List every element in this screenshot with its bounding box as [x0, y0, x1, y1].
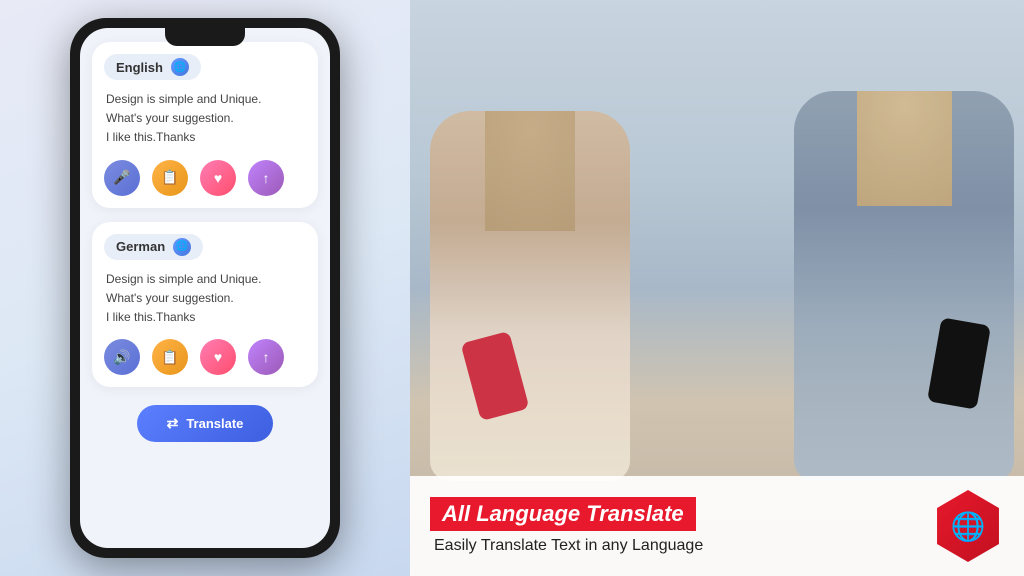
target-line3: I like this.Thanks	[106, 310, 195, 324]
banner-icon-container: 🌐	[932, 490, 1004, 562]
target-copy-button[interactable]: 📋	[152, 339, 188, 375]
target-language-label: German	[116, 239, 165, 254]
translate-label: Translate	[186, 416, 243, 431]
source-globe-icon: 🌐	[171, 58, 189, 76]
person-left	[430, 111, 630, 481]
translate-button-container: ⇄ Translate	[92, 405, 318, 442]
target-favorite-button[interactable]: ♥	[200, 339, 236, 375]
source-line3: I like this.Thanks	[106, 130, 195, 144]
photo-section: All Language Translate Easily Translate …	[410, 0, 1024, 576]
banner-title: All Language Translate	[430, 497, 696, 531]
target-line1: Design is simple and Unique.	[106, 272, 261, 286]
target-line2: What's your suggestion.	[106, 291, 234, 305]
source-lang-selector[interactable]: English 🌐	[104, 54, 201, 80]
translate-icon: ⇄	[167, 415, 179, 432]
target-translation-card: German 🌐 Design is simple and Unique. Wh…	[92, 222, 318, 388]
share-button[interactable]: ↑	[248, 160, 284, 196]
phone-frame: English 🌐 Design is simple and Unique. W…	[70, 18, 340, 558]
target-lang-selector[interactable]: German 🌐	[104, 234, 203, 260]
source-language-label: English	[116, 60, 163, 75]
translate-button[interactable]: ⇄ Translate	[137, 405, 274, 442]
target-globe-icon: 🌐	[173, 238, 191, 256]
copy-button[interactable]: 📋	[152, 160, 188, 196]
phone-screen: English 🌐 Design is simple and Unique. W…	[80, 28, 330, 548]
banner-subtitle: Easily Translate Text in any Language	[430, 537, 916, 555]
hexagon-globe-icon: 🌐	[932, 490, 1004, 562]
mic-button[interactable]: 🎤	[104, 160, 140, 196]
source-translation-card: English 🌐 Design is simple and Unique. W…	[92, 42, 318, 208]
speaker-button[interactable]: 🔊	[104, 339, 140, 375]
source-text: Design is simple and Unique. What's your…	[104, 90, 306, 148]
favorite-button[interactable]: ♥	[200, 160, 236, 196]
banner-text-block: All Language Translate Easily Translate …	[430, 497, 916, 555]
person-right	[794, 91, 1014, 481]
target-actions: 🔊 📋 ♥ ↑	[104, 339, 306, 375]
source-actions: 🎤 📋 ♥ ↑	[104, 160, 306, 196]
source-line2: What's your suggestion.	[106, 111, 234, 125]
target-share-button[interactable]: ↑	[248, 339, 284, 375]
phone-section: English 🌐 Design is simple and Unique. W…	[0, 0, 410, 576]
phone-notch	[165, 28, 245, 46]
bottom-banner: All Language Translate Easily Translate …	[410, 476, 1024, 576]
target-text: Design is simple and Unique. What's your…	[104, 270, 306, 328]
source-line1: Design is simple and Unique.	[106, 92, 261, 106]
